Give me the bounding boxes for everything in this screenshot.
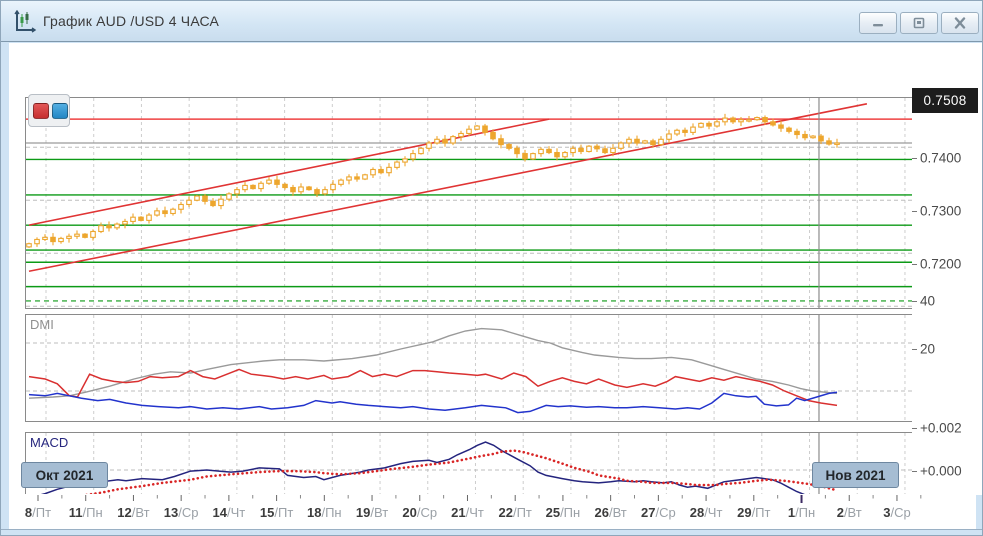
current-price-box: 0.7508 bbox=[912, 88, 978, 113]
axis-label: +0.000 bbox=[920, 464, 962, 479]
chart-content-area: DMI MACD Окт 2021 Нов 2021 8/Пт 11/Пн 12/В… bbox=[9, 43, 976, 529]
date-label: 2/Вт bbox=[837, 505, 862, 520]
close-button[interactable] bbox=[941, 12, 979, 34]
date-label: 12/Вт bbox=[117, 505, 149, 520]
axis-tick-mark bbox=[912, 211, 917, 212]
date-label: 11/Пн bbox=[69, 505, 103, 520]
axis-tick-mark bbox=[912, 264, 917, 265]
titlebar[interactable]: График AUD /USD 4 ЧАСА bbox=[1, 1, 982, 42]
axis-tick-mark bbox=[912, 301, 917, 302]
axis-tick-mark bbox=[912, 428, 917, 429]
axis-tick-mark bbox=[912, 349, 917, 350]
date-label: 22/Пт bbox=[498, 505, 531, 520]
axis-label: 40 bbox=[920, 294, 935, 309]
date-label: 1/Пн bbox=[788, 505, 815, 520]
minimize-button[interactable] bbox=[859, 12, 897, 34]
window-frame-bottom bbox=[1, 529, 983, 536]
date-label: 13/Ср bbox=[164, 505, 199, 520]
axis-tick-mark bbox=[912, 471, 917, 472]
date-label: 29/Пт bbox=[737, 505, 770, 520]
date-label: 3/Ср bbox=[883, 505, 910, 520]
date-label: 15/Пт bbox=[260, 505, 293, 520]
window-title: График AUD /USD 4 ЧАСА bbox=[43, 13, 219, 29]
date-label: 14/Чт bbox=[213, 505, 246, 520]
red-square-button[interactable] bbox=[33, 103, 49, 119]
date-label: 26/Вт bbox=[594, 505, 626, 520]
date-label: 28/Чт bbox=[690, 505, 723, 520]
date-label: 18/Пн bbox=[307, 505, 342, 520]
price-chart-panel[interactable] bbox=[25, 97, 920, 309]
month-marker-nov: Нов 2021 bbox=[812, 462, 899, 488]
axis-label: +0.002 bbox=[920, 421, 962, 436]
axis-label: 0.7200 bbox=[920, 257, 961, 272]
date-label: 8/Пт bbox=[25, 505, 51, 520]
blue-square-button[interactable] bbox=[52, 103, 68, 119]
object-toolbar bbox=[28, 94, 70, 127]
axis-label: 20 bbox=[920, 342, 935, 357]
chart-window: График AUD /USD 4 ЧАСА DMI MACD Окт 20 bbox=[0, 0, 983, 536]
price-axis[interactable]: 0.7508 0.7400 0.7300 0.7200 40 20 +0.002 +0.00… bbox=[912, 43, 983, 495]
candlestick-chart-icon bbox=[13, 10, 37, 34]
restore-button[interactable] bbox=[900, 12, 938, 34]
date-label: 19/Вт bbox=[356, 505, 388, 520]
date-label: 27/Ср bbox=[641, 505, 676, 520]
dmi-panel-label: DMI bbox=[30, 317, 54, 332]
date-label: 21/Чт bbox=[451, 505, 484, 520]
date-axis[interactable]: 8/Пт 11/Пн 12/Вт 13/Ср 14/Чт 15/Пт 18/Пн 19/Вт 2… bbox=[9, 494, 976, 529]
axis-label: 0.7300 bbox=[920, 204, 961, 219]
date-label: 25/Пн bbox=[546, 505, 581, 520]
month-marker-oct: Окт 2021 bbox=[21, 462, 108, 488]
macd-panel-label: MACD bbox=[30, 435, 68, 450]
axis-label: 0.7400 bbox=[920, 151, 961, 166]
date-label: 20/Ср bbox=[402, 505, 437, 520]
axis-tick-mark bbox=[912, 158, 917, 159]
dmi-panel[interactable]: DMI bbox=[25, 314, 920, 422]
